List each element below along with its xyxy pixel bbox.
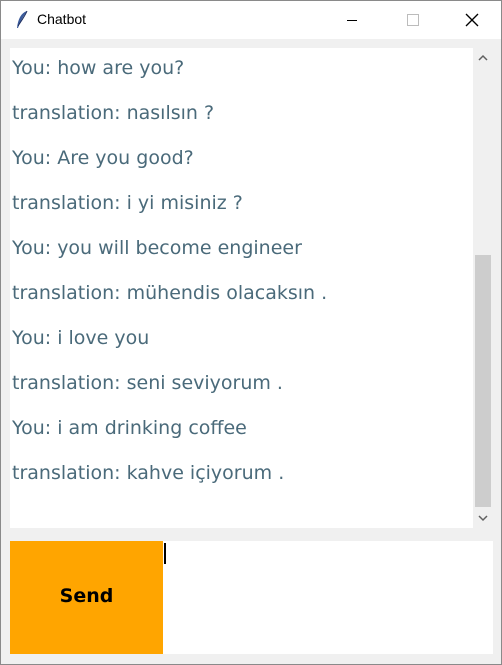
- chevron-down-icon: [478, 515, 488, 522]
- chat-message: You: Are you good?: [12, 147, 194, 169]
- chevron-up-icon: [478, 54, 488, 61]
- message-input[interactable]: [163, 541, 493, 654]
- chat-message: You: i am drinking coffee: [12, 417, 247, 439]
- feather-icon: [17, 10, 28, 28]
- chat-message: translation: kahve içiyorum .: [12, 462, 285, 484]
- chat-message: translation: mühendis olacaksın .: [12, 282, 328, 304]
- send-button[interactable]: Send: [10, 541, 163, 654]
- window-title: Chatbot: [37, 11, 87, 27]
- minimize-icon: [347, 20, 357, 21]
- chatbot-window: Chatbot You: how are you? translation: n…: [0, 0, 502, 665]
- maximize-icon: [407, 14, 419, 26]
- close-button[interactable]: [449, 1, 495, 39]
- close-icon: [465, 13, 479, 27]
- minimize-button[interactable]: [335, 1, 381, 39]
- maximize-button[interactable]: [390, 1, 436, 39]
- chat-message: translation: i yi misiniz ?: [12, 192, 243, 214]
- title-bar[interactable]: Chatbot: [1, 1, 501, 39]
- chat-message: translation: seni seviyorum .: [12, 372, 283, 394]
- scroll-thumb[interactable]: [475, 255, 491, 507]
- text-caret: [164, 543, 166, 564]
- chat-message: You: how are you?: [12, 57, 185, 79]
- chat-scrollbar[interactable]: [473, 48, 493, 528]
- chat-message: translation: nasılsın ?: [12, 102, 215, 124]
- scroll-down-button[interactable]: [473, 508, 493, 528]
- chat-log[interactable]: You: how are you? translation: nasılsın …: [10, 48, 473, 528]
- scroll-up-button[interactable]: [473, 48, 493, 68]
- chat-message: You: i love you: [12, 327, 150, 349]
- chat-message: You: you will become engineer: [12, 237, 302, 259]
- send-button-label: Send: [59, 585, 114, 607]
